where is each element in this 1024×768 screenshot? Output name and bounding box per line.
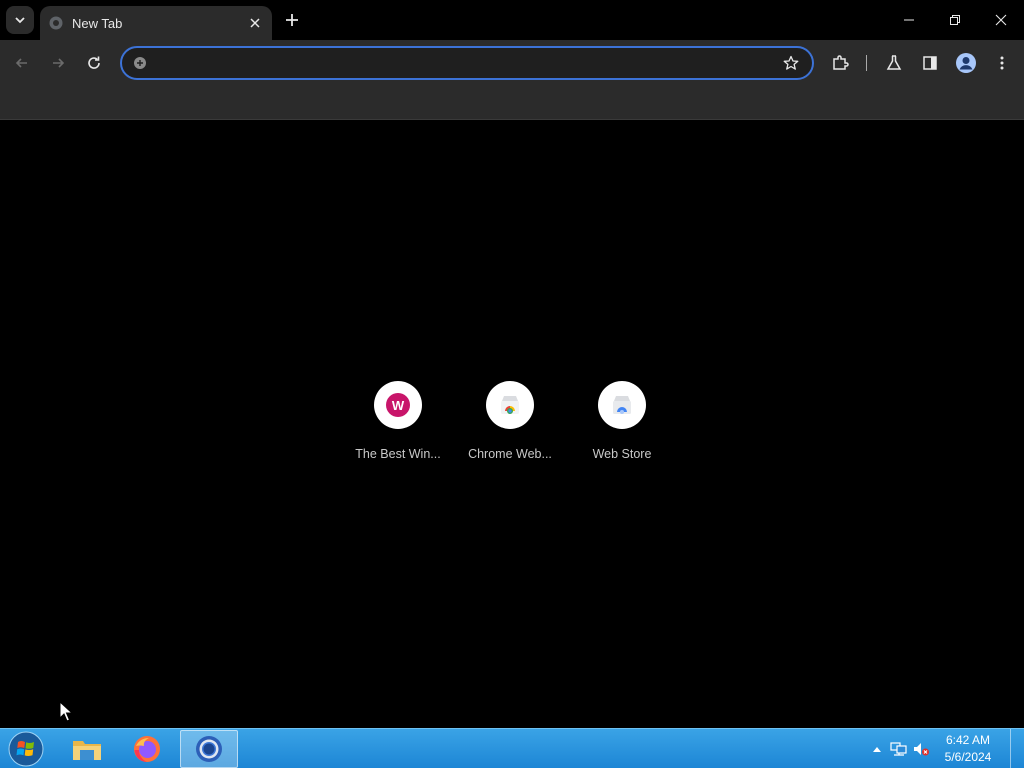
tab-search-button[interactable] — [6, 6, 34, 34]
search-engine-icon — [134, 57, 146, 69]
address-input[interactable] — [156, 50, 780, 76]
mouse-cursor-icon — [59, 701, 73, 722]
side-panel-button[interactable] — [916, 49, 944, 77]
network-tray-button[interactable] — [888, 729, 910, 768]
side-panel-icon — [923, 56, 937, 70]
desktop: New Tab W The Best Win... Chrome Web... … — [0, 0, 1024, 768]
avatar-icon — [956, 53, 976, 73]
chrome-web-store-icon — [501, 396, 519, 414]
close-window-button[interactable] — [978, 0, 1024, 40]
forward-button[interactable] — [44, 49, 72, 77]
w-icon: W — [386, 393, 410, 417]
shortcut-tile[interactable] — [598, 381, 646, 429]
close-icon — [250, 18, 260, 28]
network-icon — [890, 742, 907, 756]
address-bar[interactable] — [120, 46, 814, 80]
profile-button[interactable] — [952, 49, 980, 77]
chrome-icon — [196, 736, 222, 762]
shortcut-chrome-web[interactable]: Chrome Web... — [454, 381, 566, 461]
file-explorer-icon — [73, 741, 101, 760]
new-tab-page: W The Best Win... Chrome Web... Web Stor… — [0, 121, 1024, 728]
shortcut-grid: W The Best Win... Chrome Web... Web Stor… — [342, 381, 678, 461]
show-desktop-button[interactable] — [1010, 729, 1024, 768]
kebab-menu-icon — [1000, 56, 1004, 70]
shortcut-tile[interactable] — [486, 381, 534, 429]
shortcut-label: The Best Win... — [355, 447, 441, 461]
window-controls — [886, 0, 1024, 40]
minimize-button[interactable] — [886, 0, 932, 40]
extensions-button[interactable] — [826, 49, 854, 77]
close-icon — [995, 14, 1007, 26]
plus-icon — [286, 14, 298, 26]
arrow-right-icon — [53, 58, 65, 68]
minimize-icon — [904, 19, 914, 21]
browser-titlebar: New Tab — [0, 0, 1024, 40]
flask-icon — [886, 55, 902, 70]
show-hidden-icons-button[interactable] — [866, 729, 888, 768]
taskbar-firefox[interactable] — [118, 730, 176, 768]
tab-title: New Tab — [72, 15, 123, 31]
browser-toolbar — [0, 40, 1024, 86]
taskbar-clock[interactable]: 6:42 AM 5/6/2024 — [932, 729, 1004, 768]
reload-button[interactable] — [80, 49, 108, 77]
volume-muted-icon — [914, 743, 929, 756]
shortcut-label: Web Store — [592, 447, 652, 461]
chevron-up-icon — [873, 747, 881, 752]
menu-button[interactable] — [988, 49, 1016, 77]
puzzle-icon — [833, 55, 849, 70]
restore-icon — [950, 15, 960, 25]
firefox-icon — [134, 736, 160, 762]
volume-tray-button[interactable] — [910, 729, 932, 768]
start-button[interactable] — [6, 730, 46, 768]
reload-icon — [88, 56, 100, 69]
back-button[interactable] — [8, 49, 36, 77]
star-icon — [783, 55, 799, 70]
web-store-icon — [613, 396, 631, 414]
shortcut-the-best-win[interactable]: W The Best Win... — [342, 381, 454, 461]
taskbar-file-explorer[interactable] — [58, 730, 116, 768]
tab-close-button[interactable] — [246, 14, 264, 32]
globe-icon — [49, 16, 63, 30]
bookmark-star-button[interactable] — [780, 52, 802, 74]
shortcut-web-store[interactable]: Web Store — [566, 381, 678, 461]
shortcut-label: Chrome Web... — [468, 447, 552, 461]
system-tray: 6:42 AM 5/6/2024 — [866, 729, 1024, 768]
toolbar-divider — [866, 55, 867, 71]
new-tab-button[interactable] — [280, 8, 304, 32]
clock-date: 5/6/2024 — [944, 750, 992, 764]
bookmarks-bar — [0, 86, 1024, 120]
chevron-down-icon — [15, 17, 25, 24]
windows-start-icon — [8, 731, 44, 767]
arrow-left-icon — [15, 58, 27, 68]
clock-time: 6:42 AM — [945, 733, 991, 747]
tab-new-tab[interactable]: New Tab — [40, 6, 272, 40]
labs-button[interactable] — [880, 49, 908, 77]
taskbar-chrome[interactable] — [180, 730, 238, 768]
shortcut-tile[interactable]: W — [374, 381, 422, 429]
taskbar: 6:42 AM 5/6/2024 — [0, 728, 1024, 768]
restore-button[interactable] — [932, 0, 978, 40]
